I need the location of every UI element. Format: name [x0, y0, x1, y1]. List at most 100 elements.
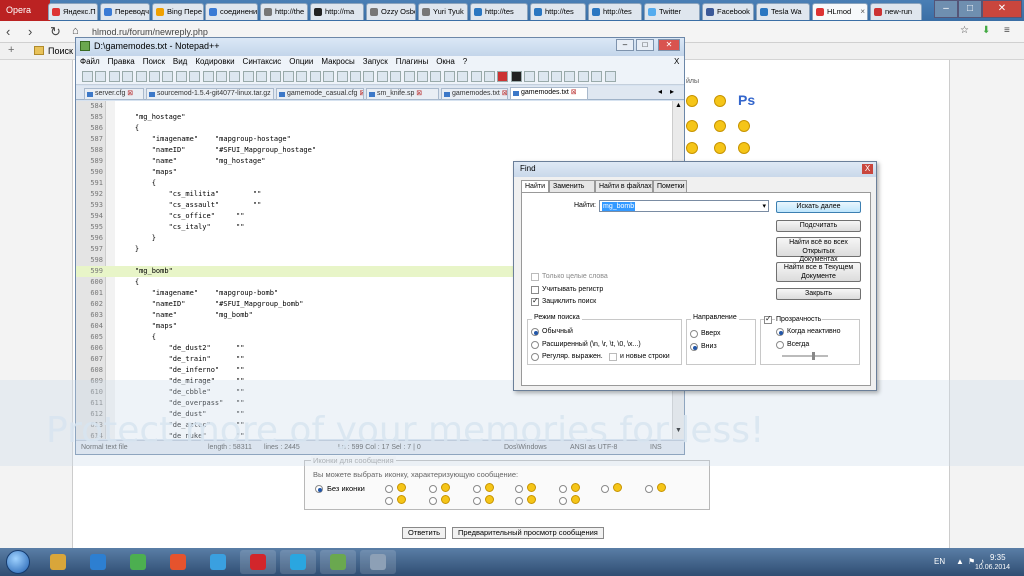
- find-all-current-doc-button[interactable]: Найти все в Текущем Документе: [776, 262, 861, 282]
- editor-line[interactable]: 587 "imagename" "mapgroup-hostage": [76, 134, 672, 145]
- toolbar-icon[interactable]: [363, 71, 375, 82]
- smiley-icon[interactable]: [714, 120, 726, 132]
- browser-tab[interactable]: Bing Пере: [152, 3, 204, 20]
- taskbar-app-button[interactable]: [360, 550, 396, 574]
- forward-icon[interactable]: ›: [28, 24, 32, 39]
- tray-expand-icon[interactable]: ▲: [956, 557, 964, 566]
- dot-newline-checkbox[interactable]: [609, 353, 617, 361]
- close-file-tab-icon[interactable]: ⊠: [500, 90, 507, 97]
- url-field[interactable]: hlmod.ru/forum/newreply.php: [92, 27, 208, 37]
- find-all-open-docs-button[interactable]: Найти всё во всех Открытых Документах: [776, 237, 861, 263]
- toolbar-icon[interactable]: [135, 71, 147, 82]
- post-icon-radio[interactable]: [515, 497, 523, 505]
- language-indicator[interactable]: EN: [934, 557, 945, 566]
- npp-menu-item[interactable]: Окна: [432, 57, 459, 66]
- ps-icon[interactable]: Ps: [738, 92, 755, 108]
- home-icon[interactable]: ⌂: [72, 25, 79, 37]
- toolbar-icon[interactable]: [497, 71, 509, 82]
- post-icon-radio[interactable]: [429, 497, 437, 505]
- toolbar-icon[interactable]: [577, 71, 589, 82]
- browser-tab[interactable]: Yuri Tyuk: [418, 3, 468, 20]
- taskbar-app-button[interactable]: [240, 550, 276, 574]
- toolbar-icon[interactable]: [470, 71, 482, 82]
- tabs-scroll-left-icon[interactable]: ◂: [658, 87, 662, 96]
- maximize-button[interactable]: □: [958, 0, 982, 18]
- toolbar-icon[interactable]: [82, 71, 93, 82]
- npp-menu-item[interactable]: Запуск: [359, 57, 392, 66]
- editor-line[interactable]: 584: [76, 101, 672, 112]
- browser-tab[interactable]: Переводч: [100, 3, 150, 20]
- reply-button[interactable]: Ответить: [402, 527, 447, 539]
- scroll-up-icon[interactable]: ▲: [675, 102, 682, 109]
- toolbar-icon[interactable]: [309, 71, 321, 82]
- toolbar-icon[interactable]: [390, 71, 402, 82]
- preview-button[interactable]: Предварительный просмотр сообщения: [452, 527, 604, 539]
- browser-tab[interactable]: Tesla Wa: [756, 3, 810, 20]
- close-file-tab-icon[interactable]: ⊠: [357, 90, 363, 97]
- toolbar-icon[interactable]: [202, 71, 214, 82]
- slider-thumb[interactable]: [812, 352, 815, 360]
- taskbar-app-button[interactable]: [120, 550, 156, 574]
- post-icon-radio[interactable]: [559, 497, 567, 505]
- browser-tab[interactable]: http://tes: [530, 3, 586, 20]
- npp-menu-item[interactable]: Файл: [76, 57, 104, 66]
- editor-line[interactable]: 585 "mg_hostage": [76, 112, 672, 123]
- editor-line[interactable]: 612 "de_dust" "": [76, 409, 672, 420]
- npp-menu-item[interactable]: Плагины: [392, 57, 432, 66]
- smiley-icon[interactable]: [686, 120, 698, 132]
- toolbar-icon[interactable]: [95, 71, 107, 82]
- npp-menu-item[interactable]: Вид: [169, 57, 191, 66]
- count-button[interactable]: Подсчитать: [776, 220, 861, 232]
- reload-icon[interactable]: ↻: [50, 24, 61, 40]
- toolbar-icon[interactable]: [376, 71, 388, 82]
- clock-time[interactable]: 9:35: [990, 553, 1006, 562]
- post-icon-radio[interactable]: [473, 485, 481, 493]
- toolbar-icon[interactable]: [108, 71, 120, 82]
- close-find-button[interactable]: Закрыть: [776, 288, 861, 300]
- toolbar-icon[interactable]: [564, 71, 576, 82]
- npp-menu-item[interactable]: Кодировки: [191, 57, 238, 66]
- toolbar-icon[interactable]: [484, 71, 495, 82]
- download-icon[interactable]: ⬇: [982, 25, 990, 36]
- taskbar-app-button[interactable]: [40, 550, 76, 574]
- menu-icon[interactable]: ≡: [1004, 25, 1010, 36]
- browser-tab[interactable]: Яндекс.П: [48, 3, 98, 20]
- smiley-icon[interactable]: [714, 95, 726, 107]
- toolbar-icon[interactable]: [403, 71, 415, 82]
- taskbar-app-button[interactable]: [320, 550, 356, 574]
- mode-regex-radio[interactable]: [531, 353, 539, 361]
- toolbar-icon[interactable]: [162, 71, 174, 82]
- taskbar-app-button[interactable]: [200, 550, 236, 574]
- post-icon-radio[interactable]: [515, 485, 523, 493]
- editor-line[interactable]: 611 "de_overpass" "": [76, 398, 672, 409]
- toolbar-icon[interactable]: [551, 71, 562, 82]
- toolbar-icon[interactable]: [122, 71, 134, 82]
- toolbar-icon[interactable]: [283, 71, 294, 82]
- post-icon-radio[interactable]: [473, 497, 481, 505]
- toolbar-icon[interactable]: [417, 71, 428, 82]
- smiley-icon[interactable]: [714, 142, 726, 154]
- close-file-tab-icon[interactable]: ⊠: [271, 90, 274, 97]
- taskbar-app-button[interactable]: [160, 550, 196, 574]
- npp-file-tab[interactable]: gamemodes.txt ⊠: [510, 87, 588, 100]
- browser-tab[interactable]: http://ma: [310, 3, 364, 20]
- browser-tab[interactable]: http://tes: [470, 3, 528, 20]
- chevron-down-icon[interactable]: ▾: [762, 202, 766, 210]
- toolbar-icon[interactable]: [510, 71, 522, 82]
- npp-minimize-button[interactable]: –: [616, 39, 634, 51]
- toolbar-icon[interactable]: [591, 71, 603, 82]
- smiley-icon[interactable]: [686, 95, 698, 107]
- toolbar-icon[interactable]: [537, 71, 549, 82]
- npp-file-tab[interactable]: gamemode_casual.cfg ⊠: [276, 88, 364, 100]
- smiley-icon[interactable]: [686, 142, 698, 154]
- mode-normal-radio[interactable]: [531, 328, 539, 336]
- smiley-icon[interactable]: [738, 120, 750, 132]
- editor-line[interactable]: 613 "de_aztec" "": [76, 420, 672, 431]
- find-dialog-tab[interactable]: Пометки: [653, 180, 687, 192]
- bookmark-star-icon[interactable]: ☆: [960, 25, 969, 36]
- clock-date[interactable]: 10.06.2014: [975, 564, 1010, 571]
- editor-line[interactable]: 588 "nameID" "#SFUI_Mapgroup_hostage": [76, 145, 672, 156]
- npp-menu-item[interactable]: ?: [459, 57, 471, 66]
- whole-word-checkbox[interactable]: [531, 273, 539, 281]
- editor-line[interactable]: 586 {: [76, 123, 672, 134]
